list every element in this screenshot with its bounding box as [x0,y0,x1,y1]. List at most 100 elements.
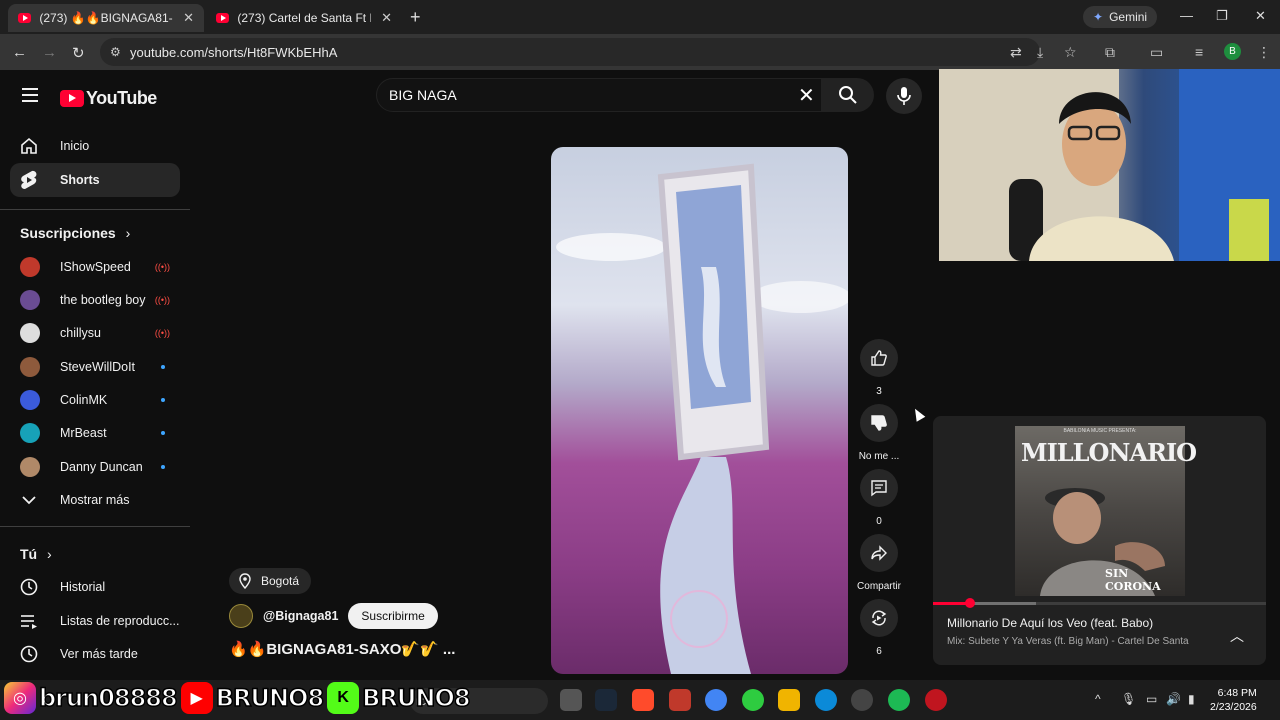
subscriptions-header[interactable]: Suscripciones › [20,225,130,241]
edge-icon[interactable] [815,689,837,711]
close-tab-icon[interactable]: ✕ [183,10,194,26]
comments-button[interactable]: 0 [860,469,898,527]
avatar [20,357,40,377]
sidebar-item-playlists[interactable]: Listas de reproducc... [10,604,180,638]
browser-tab[interactable]: (273) Cartel de Santa Ft Big Man ✕ [206,4,402,32]
menu-hamburger-icon[interactable] [22,88,38,106]
show-more-button[interactable]: Mostrar más [10,483,180,517]
bookmark-star-icon[interactable]: ☆ [1064,44,1077,61]
profile-avatar[interactable]: B [1224,43,1241,60]
chrome-icon[interactable] [705,689,727,711]
sidebar-item-subscription[interactable]: Danny Duncan [10,450,180,484]
channel-avatar[interactable] [229,604,253,628]
share-label: Compartir [857,581,901,592]
search-input[interactable]: BIG NAGA [376,78,822,112]
sidebar-item-inicio[interactable]: Inicio [10,129,180,163]
progress-bar[interactable] [933,598,1266,608]
minimize-window-button[interactable]: — [1180,8,1193,23]
mini-player[interactable]: BABILONIA MUSIC PRESENTA: MILLONARIO SIN… [933,416,1266,665]
mini-player-title[interactable]: Millonario De Aquí los Veo (feat. Babo) [947,616,1153,630]
sidebar-item-subscription[interactable]: ColinMK [10,383,180,417]
battery-icon[interactable]: ▮ [1188,692,1195,706]
tab-title: (273) 🔥🔥BIGNAGA81-SAXO🎷 [39,11,173,25]
file-explorer-icon[interactable] [778,689,800,711]
video-frame-image [556,163,848,674]
short-video-player[interactable] [551,147,848,674]
tab-title: (273) Cartel de Santa Ft Big Man [237,11,371,25]
close-tab-icon[interactable]: ✕ [381,10,392,26]
app-icon[interactable] [742,689,764,711]
live-indicator-icon: ((•)) [154,328,170,338]
search-button[interactable] [822,78,874,112]
channel-row: @Bignaga81 Suscribirme [229,603,438,629]
extensions-icon[interactable]: ⧉ [1105,44,1115,61]
sidebar-item-watch-later[interactable]: Ver más tarde [10,637,180,671]
sidebar-divider [0,209,190,210]
mini-player-subtitle: Mix: Subete Y Ya Veras (ft. Big Man) - C… [947,636,1189,647]
subscribe-button[interactable]: Suscribirme [348,603,438,629]
sidebar-item-subscription[interactable]: the bootleg boy ((•)) [10,283,180,317]
chevron-up-icon[interactable]: ︿ [1230,626,1244,646]
app-icon[interactable] [925,689,947,711]
taskbar-clock[interactable]: 6:48 PM 2/23/2026 [1210,686,1257,714]
search-icon [839,86,857,104]
youtube-favicon-icon [216,13,230,23]
microphone-icon[interactable]: 🎙 [1121,692,1136,706]
thumbs-down-icon [860,404,898,442]
channel-name[interactable]: @Bignaga81 [263,609,338,623]
chevron-up-icon[interactable]: ^ [1095,692,1101,706]
app-icon[interactable] [632,689,654,711]
clear-search-icon[interactable]: ✕ [798,83,815,108]
sidebar-item-subscription[interactable]: chillysu ((•)) [10,316,180,350]
sidebar-item-historial[interactable]: Historial [10,570,180,604]
back-arrow-icon[interactable]: ← [12,44,27,61]
thumbs-up-icon [860,339,898,377]
reload-icon[interactable]: ↻ [72,44,85,62]
forward-arrow-icon[interactable]: → [42,44,57,61]
browser-tab-bar: (273) 🔥🔥BIGNAGA81-SAXO🎷 ✕ (273) Cartel d… [0,0,1280,34]
new-tab-button[interactable]: + [410,7,421,28]
scrubber-handle[interactable] [964,598,975,608]
task-view-icon[interactable] [560,689,582,711]
sidebar-item-label: Danny Duncan [60,460,143,474]
youtube-logo[interactable]: YouTube [60,88,157,109]
watch-later-icon [18,643,40,665]
site-info-icon[interactable]: ⚙ [110,45,121,59]
youtube-favicon-icon [18,13,32,23]
chevron-right-icon: › [125,225,131,241]
location-pin-icon [239,573,251,589]
location-chip[interactable]: Bogotá [229,568,312,594]
browser-tab-active[interactable]: (273) 🔥🔥BIGNAGA81-SAXO🎷 ✕ [8,4,204,32]
short-title[interactable]: 🔥🔥BIGNAGA81-SAXO🎷🎷 ... [229,640,455,658]
remix-button[interactable]: 6 [860,599,898,657]
close-window-button[interactable]: ✕ [1255,8,1266,24]
gemini-button[interactable]: ✦ Gemini [1083,6,1158,28]
you-header[interactable]: Tú › [20,546,52,562]
dislike-button[interactable]: No me ... [859,404,899,462]
like-button[interactable]: 3 [860,339,898,397]
spotify-icon[interactable] [888,689,910,711]
sidebar-item-shorts[interactable]: Shorts [10,163,180,197]
new-content-dot [161,431,165,435]
install-app-icon[interactable]: ⤓ [1037,44,1043,61]
translate-icon[interactable]: ⇄ [1010,44,1022,61]
share-button[interactable]: Compartir [857,534,901,592]
sidebar-item-subscription[interactable]: IShowSpeed ((•)) [10,250,180,284]
sidepanel-icon[interactable]: ▭ [1150,44,1163,61]
app-icon[interactable] [851,689,873,711]
sidebar-item-label: chillysu [60,326,101,340]
media-controls-icon[interactable]: ≡ [1195,44,1203,60]
sidebar-item-subscription[interactable]: MrBeast [10,416,180,450]
app-icon[interactable] [669,689,691,711]
network-icon[interactable]: ▭ [1146,692,1157,706]
voice-search-button[interactable] [886,78,922,114]
address-bar[interactable]: ⚙ youtube.com/shorts/Ht8FWKbEHhA [100,38,1040,66]
restore-window-button[interactable]: ❐ [1216,8,1228,24]
steam-icon[interactable] [595,689,617,711]
home-icon [18,135,40,157]
mouse-cursor-icon [910,406,926,422]
volume-icon[interactable]: 🔊 [1166,692,1181,706]
sidebar-item-subscription[interactable]: SteveWillDoIt [10,350,180,384]
avatar [20,257,40,277]
menu-kebab-icon[interactable]: ⋮ [1257,44,1271,61]
